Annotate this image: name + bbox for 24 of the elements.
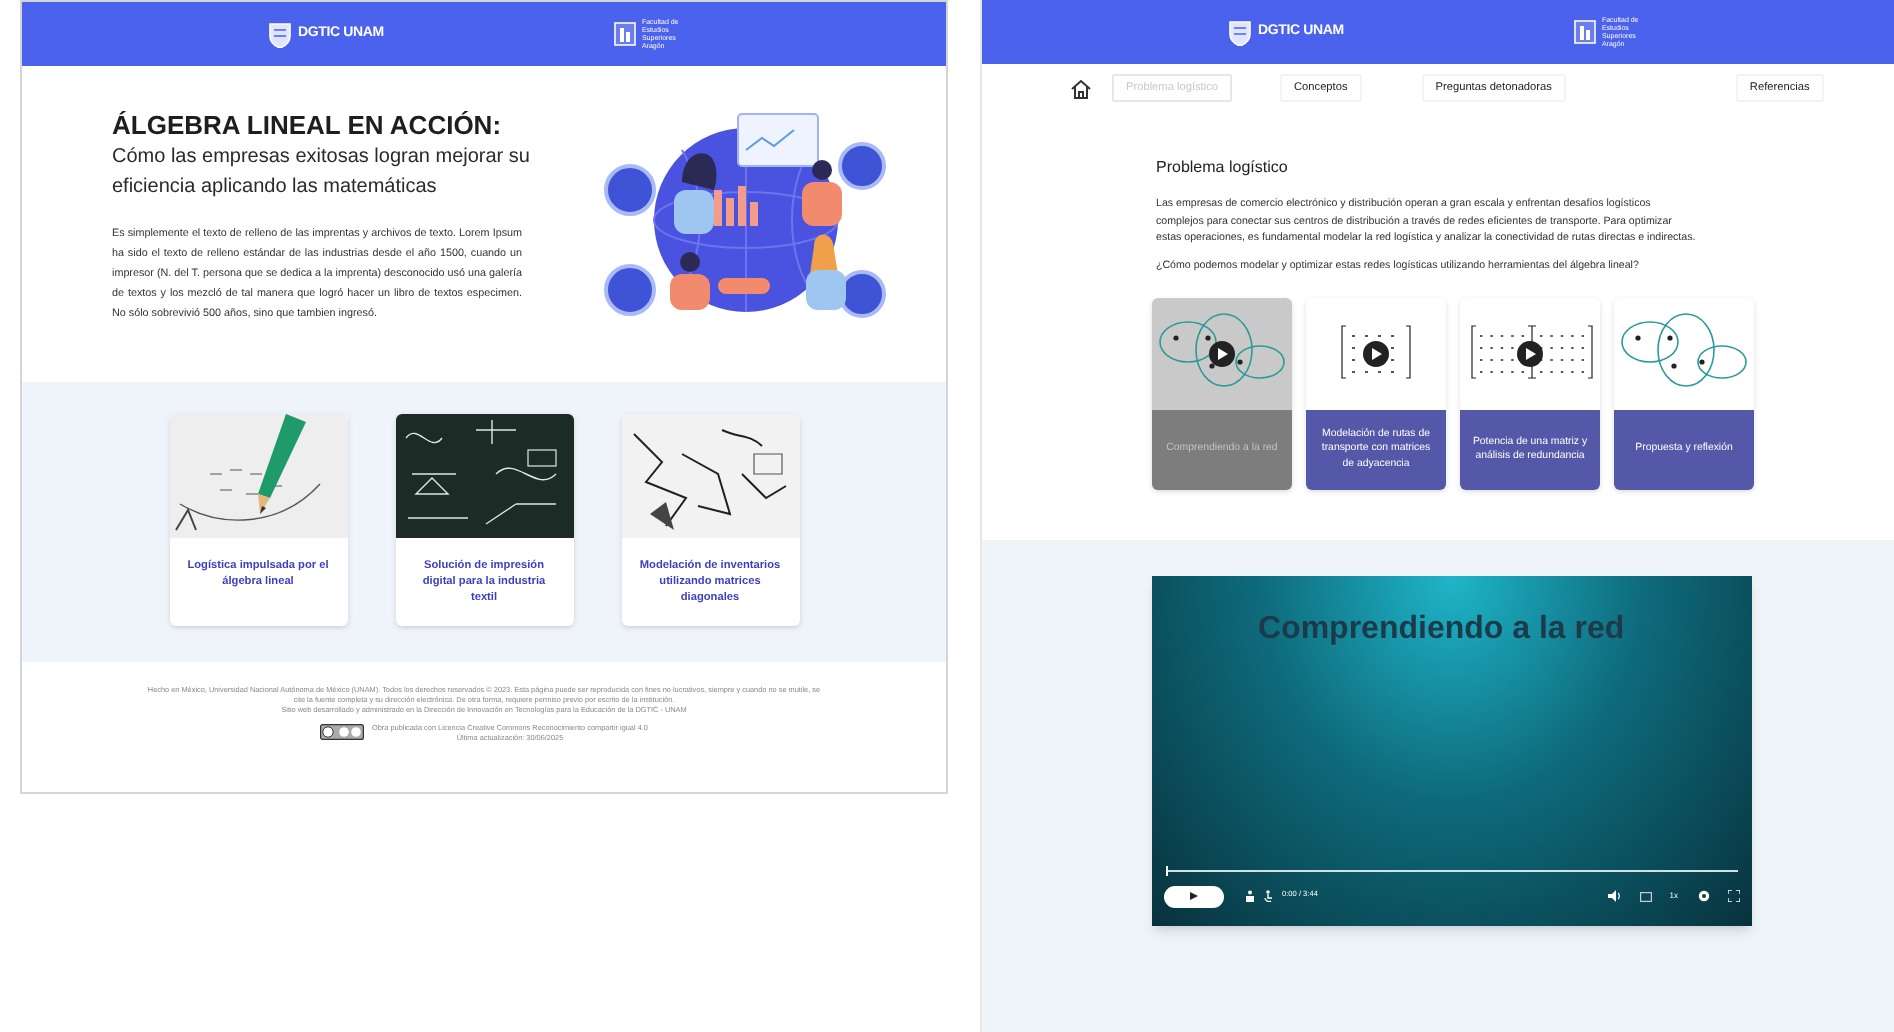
wheelchair-icon xyxy=(1262,890,1274,902)
graph-drawing xyxy=(1621,313,1747,387)
volume-icon xyxy=(1607,890,1622,902)
play-icon[interactable] xyxy=(1209,341,1235,367)
license-badge-icon xyxy=(320,724,365,740)
play-icon xyxy=(1190,892,1198,900)
hero-subtitle: Cómo las empresas exitosas logran mejorar su eficiencia aplicando las matemáticas xyxy=(112,144,532,202)
fullscreen-icon xyxy=(1728,890,1740,902)
crest-icon xyxy=(1228,19,1252,45)
matrix-drawing xyxy=(1471,325,1593,379)
faculty-logo-icon xyxy=(1573,20,1596,44)
hero-title: ÁLGEBRA LINEAL EN ACCIÓN: xyxy=(112,110,504,140)
play-icon[interactable] xyxy=(1363,341,1389,367)
play-button[interactable] xyxy=(1164,885,1224,907)
crest-icon xyxy=(268,21,292,47)
settings-icon xyxy=(1698,890,1710,902)
slide-title: Comprendiendo a la red xyxy=(1258,610,1627,650)
section-heading: Problema logístico xyxy=(1156,156,1290,180)
home-icon xyxy=(1070,77,1092,99)
play-icon[interactable] xyxy=(1517,341,1543,367)
captions-icon xyxy=(1639,891,1652,901)
faculty-logo-icon xyxy=(613,22,636,46)
matrix-drawing xyxy=(1341,325,1411,379)
graph-drawing xyxy=(1159,313,1285,387)
